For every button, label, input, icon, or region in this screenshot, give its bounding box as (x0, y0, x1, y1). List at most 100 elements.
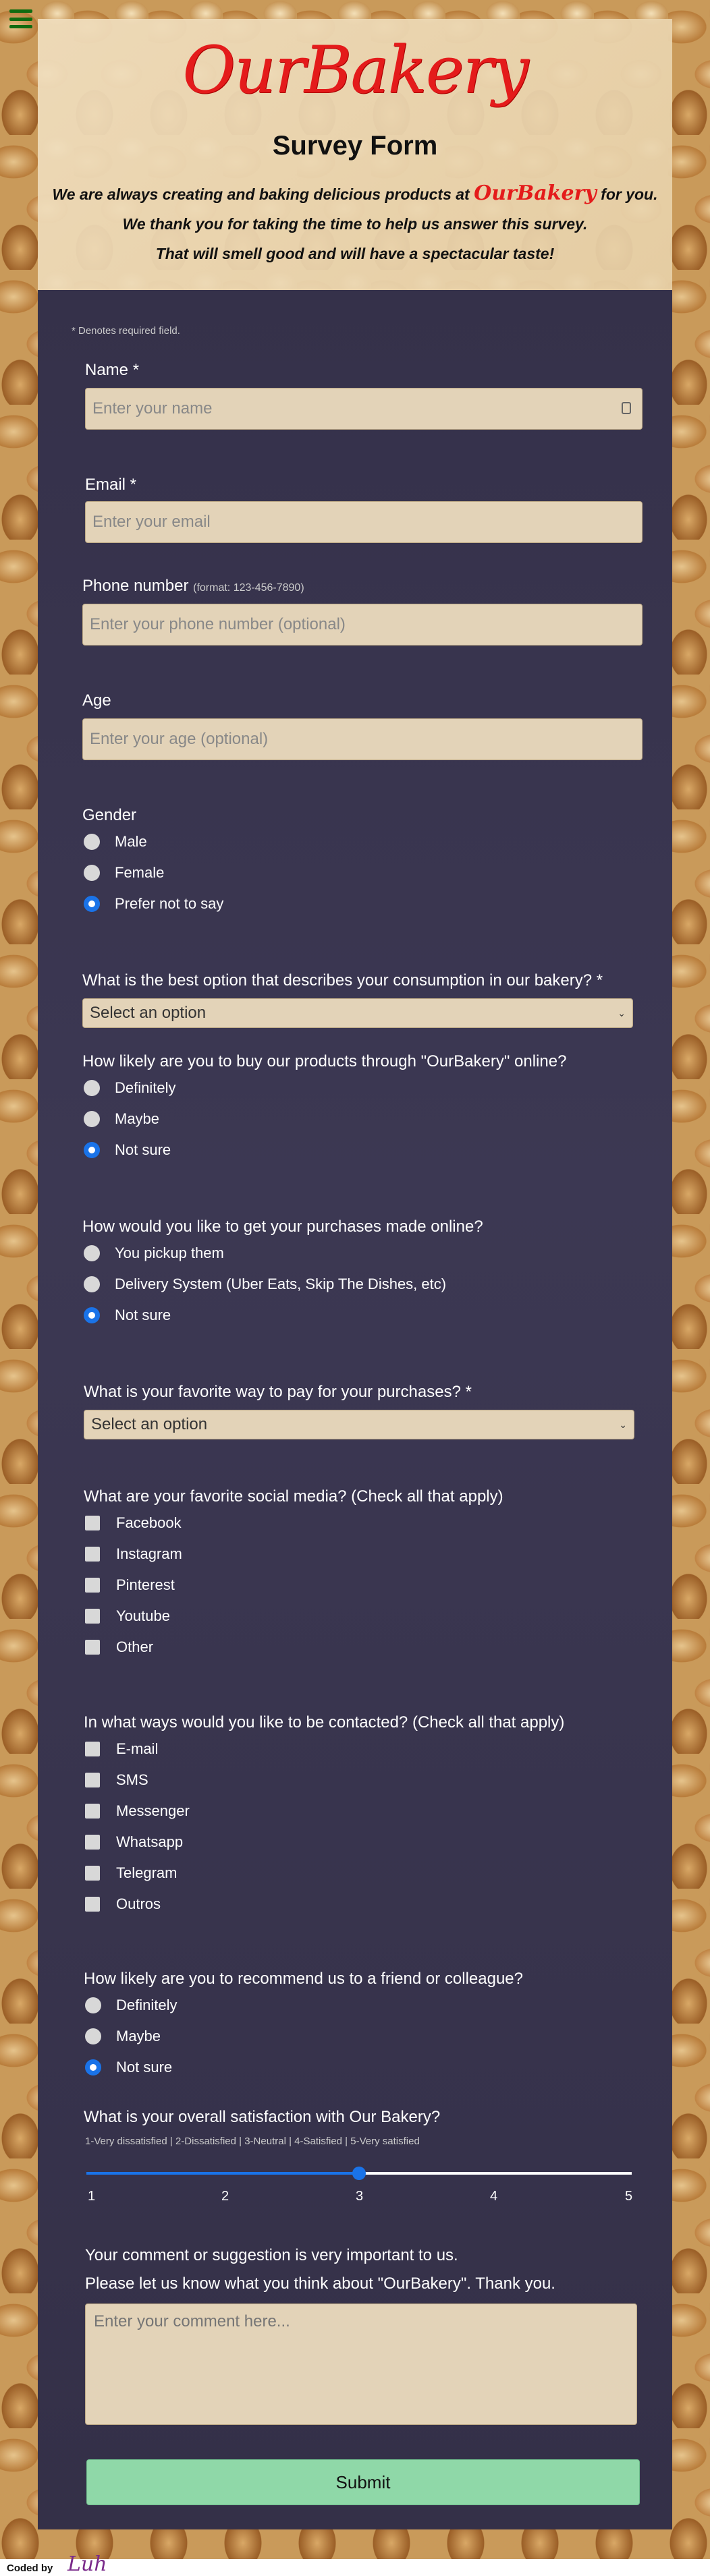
chevron-down-icon: ⌄ (618, 1007, 626, 1019)
checkbox[interactable] (85, 1897, 100, 1912)
slider-tick: 4 (490, 2189, 498, 2204)
contact-option-messenger[interactable]: Messenger (85, 1802, 190, 1820)
pay-select[interactable]: Select an option ⌄ (84, 1410, 634, 1439)
checkbox[interactable] (85, 1773, 100, 1787)
slider-tick: 1 (88, 2189, 96, 2204)
social-option-other[interactable]: Other (85, 1638, 153, 1656)
checkbox[interactable] (85, 1742, 100, 1756)
get-purchases-option-delivery[interactable]: Delivery System (Uber Eats, Skip The Dis… (84, 1276, 446, 1293)
age-label: Age (82, 691, 111, 710)
radio-button[interactable] (84, 834, 100, 850)
slider-tick: 2 (221, 2189, 229, 2204)
name-placeholder: Enter your name (92, 399, 213, 418)
radio-button-selected[interactable] (84, 1142, 100, 1158)
social-option-facebook[interactable]: Facebook (85, 1514, 182, 1532)
radio-button[interactable] (85, 2028, 101, 2044)
radio-button[interactable] (84, 1111, 100, 1127)
option-label: Pinterest (116, 1576, 175, 1593)
gender-option-male[interactable]: Male (84, 833, 147, 851)
buy-online-label: How likely are you to buy our products t… (82, 1052, 567, 1070)
social-option-pinterest[interactable]: Pinterest (85, 1576, 175, 1594)
contact-option-sms[interactable]: SMS (85, 1771, 148, 1789)
get-purchases-label: How would you like to get your purchases… (82, 1218, 483, 1236)
contact-option-whatsapp[interactable]: Whatsapp (85, 1833, 183, 1851)
gender-option-female[interactable]: Female (84, 864, 164, 882)
phone-hint: (format: 123-456-7890) (193, 582, 304, 594)
footer: Coded by Luh (0, 2552, 710, 2576)
logo: OurBakery (182, 32, 528, 108)
option-label: Maybe (115, 1110, 160, 1127)
phone-placeholder: Enter your phone number (optional) (90, 615, 346, 633)
radio-button[interactable] (84, 1276, 100, 1292)
intro-line1-pre: We are always creating and baking delici… (52, 185, 470, 203)
radio-button[interactable] (85, 1997, 101, 2013)
get-purchases-option-not-sure[interactable]: Not sure (84, 1307, 171, 1324)
radio-button-selected[interactable] (84, 1307, 100, 1323)
pay-label: What is your favorite way to pay for you… (84, 1383, 472, 1401)
option-label: Whatsapp (116, 1833, 184, 1850)
social-option-youtube[interactable]: Youtube (85, 1607, 170, 1625)
radio-button-selected[interactable] (85, 2059, 101, 2076)
contact-option-outros[interactable]: Outros (85, 1895, 161, 1913)
checkbox[interactable] (85, 1547, 100, 1562)
phone-label: Phone number (format: 123-456-7890) (82, 577, 304, 596)
consumption-select[interactable]: Select an option ⌄ (82, 998, 633, 1028)
checkbox[interactable] (85, 1609, 100, 1624)
radio-button-selected[interactable] (84, 896, 100, 912)
pay-value: Select an option (91, 1415, 208, 1433)
option-label: Definitely (116, 1997, 178, 2013)
satisfaction-slider-thumb[interactable] (352, 2167, 366, 2180)
option-label: Female (115, 864, 165, 881)
option-label: Prefer not to say (115, 895, 224, 912)
satisfaction-label: What is your overall satisfaction with O… (84, 2108, 441, 2126)
age-placeholder: Enter your age (optional) (90, 730, 269, 748)
gender-option-prefer-not[interactable]: Prefer not to say (84, 895, 223, 913)
social-option-instagram[interactable]: Instagram (85, 1545, 182, 1563)
chevron-down-icon: ⌄ (619, 1419, 627, 1430)
option-label: Outros (116, 1895, 161, 1912)
radio-button[interactable] (84, 1080, 100, 1096)
slider-tick: 3 (356, 2189, 364, 2204)
radio-button[interactable] (84, 865, 100, 881)
contact-option-telegram[interactable]: Telegram (85, 1864, 177, 1882)
menu-icon[interactable] (9, 9, 32, 28)
header: OurBakery Survey Form We are always crea… (38, 19, 672, 290)
option-label: Male (115, 833, 147, 850)
social-label: What are your favorite social media? (Ch… (84, 1487, 503, 1506)
radio-button[interactable] (84, 1245, 100, 1261)
intro-line1-post: for you. (601, 185, 658, 203)
checkbox[interactable] (85, 1866, 100, 1881)
survey-form: * Denotes required field. Name * Enter y… (38, 290, 672, 2529)
autofill-icon[interactable] (622, 402, 631, 414)
slider-tick: 5 (625, 2189, 633, 2204)
checkbox[interactable] (85, 1578, 100, 1593)
buy-online-option-not-sure[interactable]: Not sure (84, 1141, 171, 1159)
checkbox[interactable] (85, 1804, 100, 1819)
buy-online-option-definitely[interactable]: Definitely (84, 1079, 175, 1097)
intro-line3: That will smell good and will have a spe… (155, 245, 555, 262)
age-input[interactable]: Enter your age (optional) (82, 718, 643, 760)
phone-input[interactable]: Enter your phone number (optional) (82, 604, 643, 646)
email-input[interactable]: Enter your email (85, 501, 643, 543)
option-label: Youtube (116, 1607, 170, 1624)
option-label: Instagram (116, 1545, 182, 1562)
contact-option-email[interactable]: E-mail (85, 1740, 158, 1758)
checkbox[interactable] (85, 1640, 100, 1655)
recommend-option-definitely[interactable]: Definitely (85, 1997, 177, 2014)
buy-online-option-maybe[interactable]: Maybe (84, 1110, 159, 1128)
author-signature: Luh (67, 2552, 107, 2576)
option-label: Not sure (115, 1307, 171, 1323)
submit-button[interactable]: Submit (86, 2459, 640, 2505)
option-label: SMS (116, 1771, 148, 1788)
option-label: E-mail (116, 1740, 159, 1757)
contact-label: In what ways would you like to be contac… (84, 1713, 565, 1731)
satisfaction-scale-note: 1-Very dissatisfied | 2-Dissatisfied | 3… (85, 2136, 420, 2147)
recommend-option-not-sure[interactable]: Not sure (85, 2059, 172, 2076)
get-purchases-option-pickup[interactable]: You pickup them (84, 1244, 224, 1262)
recommend-option-maybe[interactable]: Maybe (85, 2028, 161, 2045)
checkbox[interactable] (85, 1516, 100, 1530)
name-input[interactable]: Enter your name (85, 388, 643, 430)
intro-line2: We thank you for taking the time to help… (122, 215, 588, 233)
comment-textarea[interactable] (85, 2303, 637, 2425)
checkbox[interactable] (85, 1835, 100, 1850)
